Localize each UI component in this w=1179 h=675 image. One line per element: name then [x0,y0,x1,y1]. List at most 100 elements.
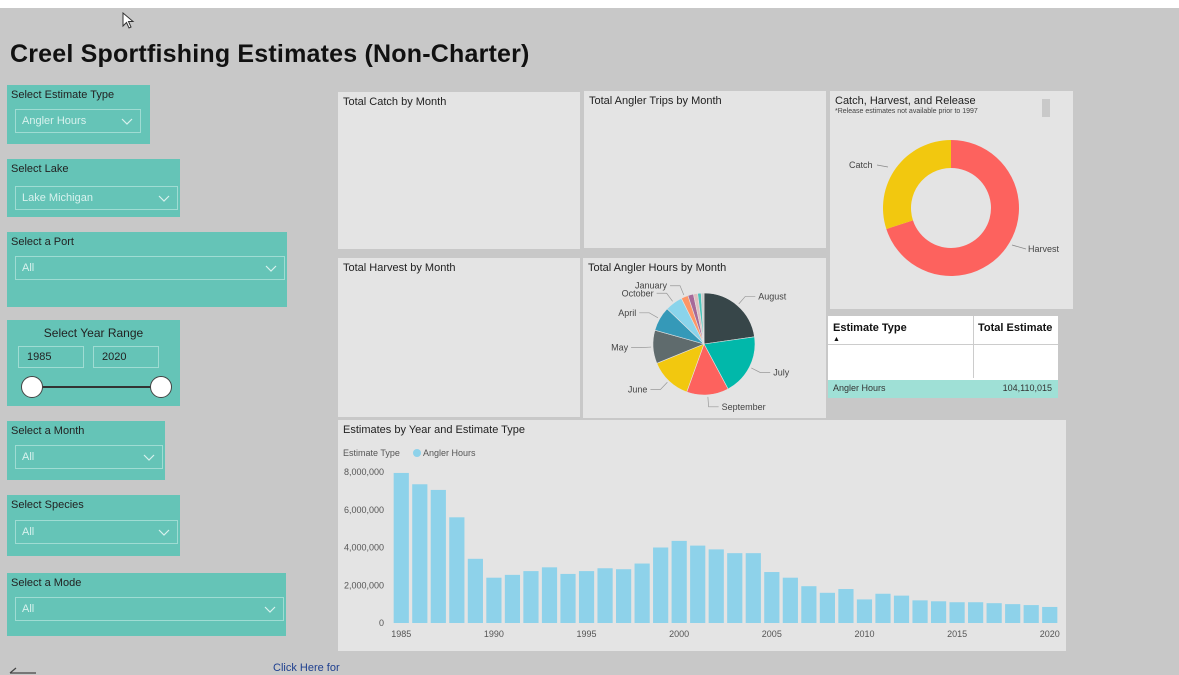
pie-leader-line [650,382,668,390]
harvest-by-month-panel[interactable]: Total Harvest by Month [338,258,580,417]
estimate-type-label: Select Estimate Type [11,89,115,101]
species-value: All [22,526,35,538]
donut-label-catch-text: Catch [849,160,873,170]
pie-leader-line [656,292,673,302]
bar-2003[interactable] [727,553,743,623]
col-header-estimate-type[interactable]: Estimate Type [833,322,907,334]
bar-2010[interactable] [856,599,873,623]
bar-1995[interactable] [578,571,595,623]
end-year-input[interactable]: 2020 [93,346,159,368]
catch-harvest-release-panel[interactable]: Catch, Harvest, and Release *Release est… [830,91,1073,309]
lake-slicer: Select Lake Lake Michigan [7,159,180,217]
bar-1992[interactable] [523,571,539,623]
pie-label-may: May [611,343,629,353]
mouse-pointer-icon [122,12,135,29]
species-dropdown[interactable]: All [15,520,178,544]
pie-leader-line [707,396,719,408]
bar-2011[interactable] [875,593,891,623]
bar-2015[interactable] [949,602,965,623]
click-here-link[interactable]: Click Here for [273,662,340,674]
hours-by-month-panel[interactable]: Total Angler Hours by Month August July Se… [583,258,826,418]
back-arrow-icon[interactable] [8,665,38,675]
bar-1998[interactable] [634,563,650,623]
year-range-slicer: Select Year Range 1985 2020 [7,320,180,406]
bar-2002[interactable] [708,549,724,623]
bar-2013[interactable] [912,600,928,623]
month-dropdown[interactable]: All [15,445,163,469]
bar-1986[interactable] [412,484,428,623]
end-year-handle[interactable] [150,376,172,398]
lake-label: Select Lake [11,163,69,175]
pie-leader-line [738,296,756,305]
start-year-handle[interactable] [21,376,43,398]
catch-by-month-panel[interactable]: Total Catch by Month [338,92,580,249]
pie-slice-august[interactable] [703,292,755,345]
cell-total-estimate: 104,110,015 [1002,383,1052,393]
x-tick-label: 1985 [391,629,411,639]
bar-1991[interactable] [504,574,521,623]
month-value: All [22,451,35,463]
pie-label-april: April [618,308,636,318]
port-value: All [22,262,35,274]
bar-1996[interactable] [597,568,613,623]
bar-1990[interactable] [486,577,502,623]
donut-slice-catch[interactable] [883,140,951,230]
catch-by-month-title: Total Catch by Month [343,96,447,108]
species-label: Select Species [11,499,84,511]
lake-dropdown[interactable]: Lake Michigan [15,186,178,210]
x-tick-label: 2010 [854,629,874,639]
panel-scrollbar[interactable] [1042,99,1050,117]
harvest-by-month-title: Total Harvest by Month [343,262,456,274]
estimate-table: Estimate Type Total Estimate ▲ Angler Ho… [828,316,1058,398]
bar-1985[interactable] [393,472,409,623]
chevron-down-icon [158,529,170,536]
pie-label-july: July [773,367,790,377]
bar-1993[interactable] [541,567,558,623]
col-header-total-estimate[interactable]: Total Estimate [978,322,1052,334]
bar-1987[interactable] [430,489,446,623]
chr-donut-chart: Catch Harvest [849,140,1060,276]
mode-dropdown[interactable]: All [15,597,284,621]
pie-label-january: January [635,281,668,291]
table-row[interactable]: Angler Hours 104,110,015 [828,380,1058,398]
pie-leader-line [670,285,685,296]
x-tick-label: 2005 [762,629,782,639]
bar-1989[interactable] [467,558,483,623]
table-header: Estimate Type Total Estimate ▲ [828,316,1058,345]
bar-2008[interactable] [819,592,835,623]
bar-1988[interactable] [449,517,465,623]
lake-value: Lake Michigan [22,192,93,204]
estimate-type-dropdown[interactable]: Angler Hours [15,109,141,133]
chevron-down-icon [121,118,133,125]
bar-2007[interactable] [801,586,817,623]
trips-by-month-panel[interactable]: Total Angler Trips by Month [584,91,826,248]
bar-2004[interactable] [745,553,761,623]
port-slicer: Select a Port All [7,232,287,307]
bar-1997[interactable] [616,569,632,623]
bar-2005[interactable] [764,572,780,623]
pie-label-september: September [722,402,766,412]
bar-1994[interactable] [560,573,576,623]
pie-leader-line [639,312,659,319]
bar-2000[interactable] [671,540,687,623]
x-tick-label: 1990 [484,629,504,639]
bar-2019[interactable] [1023,605,1039,623]
x-tick-label: 2020 [1040,629,1060,639]
bar-2009[interactable] [838,589,854,623]
estimates-by-year-panel[interactable]: Estimates by Year and Estimate Type Esti… [338,420,1066,651]
bar-1999[interactable] [653,547,669,624]
year-range-label: Select Year Range [43,326,144,340]
bar-2017[interactable] [986,603,1002,623]
bar-2001[interactable] [690,545,706,623]
bar-2012[interactable] [893,595,910,623]
legend-series-label: Angler Hours [423,448,476,458]
mode-slicer: Select a Mode All [7,573,286,636]
bar-2018[interactable] [1005,604,1021,623]
bar-2014[interactable] [930,601,947,623]
bar-2020[interactable] [1042,606,1058,623]
bar-2016[interactable] [968,602,984,623]
start-year-input[interactable]: 1985 [18,346,84,368]
port-dropdown[interactable]: All [15,256,285,280]
bar-2006[interactable] [782,577,798,623]
x-tick-label: 1995 [577,629,597,639]
